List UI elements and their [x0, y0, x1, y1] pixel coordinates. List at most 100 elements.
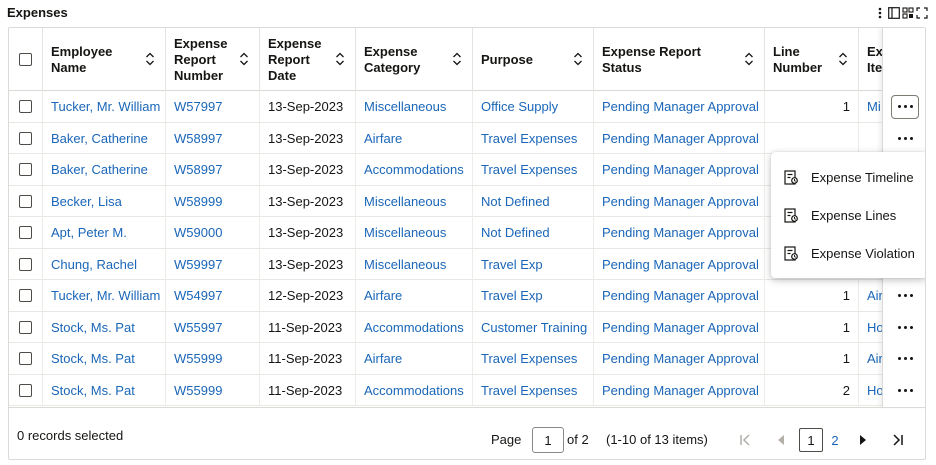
- column-header-line[interactable]: Line Number: [765, 28, 859, 91]
- cell-status[interactable]: Pending Manager Approval: [594, 311, 765, 343]
- grid-settings-icon[interactable]: [902, 6, 914, 19]
- row-actions-button[interactable]: [891, 378, 919, 402]
- cell-report[interactable]: W59997: [166, 248, 260, 280]
- cell-purpose[interactable]: Travel Exp: [473, 248, 594, 280]
- cell-purpose[interactable]: Customer Training: [473, 311, 594, 343]
- column-header-report[interactable]: Expense Report Number: [166, 28, 260, 91]
- table-row[interactable]: Stock, Ms. Pat W55999 11-Sep-2023 Airfare Tr…: [9, 343, 925, 375]
- cell-report[interactable]: W58997: [166, 154, 260, 185]
- row-checkbox[interactable]: [19, 257, 32, 271]
- cell-purpose[interactable]: Not Defined: [473, 217, 594, 248]
- select-all-checkbox[interactable]: [19, 53, 32, 66]
- menu-item-expense-lines[interactable]: Expense Lines: [771, 196, 925, 234]
- cell-status[interactable]: Pending Manager Approval: [594, 248, 765, 280]
- table-row[interactable]: Stock, Ms. Pat W55999 11-Sep-2023 Accommoda…: [9, 374, 925, 406]
- cell-category[interactable]: Miscellaneous: [356, 91, 473, 122]
- next-page-icon[interactable]: [856, 433, 870, 447]
- cell-employee[interactable]: Tucker, Mr. William: [43, 91, 166, 122]
- cell-category[interactable]: Airfare: [356, 122, 473, 154]
- cell-category[interactable]: Miscellaneous: [356, 217, 473, 248]
- sort-icon[interactable]: [335, 52, 345, 66]
- column-header-status[interactable]: Expense Report Status: [594, 28, 765, 91]
- cell-status[interactable]: Pending Manager Approval: [594, 185, 765, 217]
- row-checkbox[interactable]: [19, 289, 32, 302]
- row-actions-button[interactable]: [891, 126, 919, 150]
- cell-status[interactable]: Pending Manager Approval: [594, 374, 765, 406]
- sort-icon[interactable]: [452, 52, 462, 66]
- cell-employee[interactable]: Chung, Rachel: [43, 248, 166, 280]
- cell-report[interactable]: W54997: [166, 280, 260, 311]
- cell-category[interactable]: Accommodations: [356, 311, 473, 343]
- cell-report[interactable]: W59000: [166, 217, 260, 248]
- column-header-date[interactable]: Expense Report Date: [260, 28, 356, 91]
- cell-category[interactable]: Airfare: [356, 343, 473, 374]
- cell-purpose[interactable]: Travel Expenses: [473, 374, 594, 406]
- row-checkbox[interactable]: [19, 320, 32, 334]
- table-row[interactable]: Tucker, Mr. William W57997 13-Sep-2023 Misc…: [9, 91, 925, 123]
- cell-employee[interactable]: Stock, Ms. Pat: [43, 311, 166, 343]
- page-number-2[interactable]: 2: [823, 428, 847, 452]
- cell-report[interactable]: W55999: [166, 343, 260, 374]
- cell-category[interactable]: Miscellaneous: [356, 185, 473, 217]
- cell-purpose[interactable]: Travel Expenses: [473, 343, 594, 374]
- cell-purpose[interactable]: Travel Exp: [473, 280, 594, 311]
- cell-purpose[interactable]: Travel Expenses: [473, 122, 594, 154]
- expand-icon[interactable]: [916, 6, 928, 19]
- cell-report[interactable]: W55999: [166, 374, 260, 406]
- cell-employee[interactable]: Baker, Catherine: [43, 154, 166, 185]
- sort-icon[interactable]: [744, 52, 754, 66]
- row-checkbox[interactable]: [19, 383, 32, 397]
- cell-purpose[interactable]: Not Defined: [473, 185, 594, 217]
- cell-purpose[interactable]: Travel Expenses: [473, 154, 594, 185]
- cell-employee[interactable]: Stock, Ms. Pat: [43, 343, 166, 374]
- row-actions-button[interactable]: [891, 315, 919, 339]
- cell-status[interactable]: Pending Manager Approval: [594, 343, 765, 374]
- sort-icon[interactable]: [838, 52, 848, 66]
- row-checkbox[interactable]: [19, 163, 32, 176]
- menu-item-expense-timeline[interactable]: Expense Timeline: [771, 158, 925, 196]
- first-page-icon[interactable]: [738, 433, 752, 447]
- cell-employee[interactable]: Tucker, Mr. William: [43, 280, 166, 311]
- column-header-category[interactable]: Expense Category: [356, 28, 473, 91]
- cell-status[interactable]: Pending Manager Approval: [594, 217, 765, 248]
- cell-report[interactable]: W55997: [166, 311, 260, 343]
- column-header-employee[interactable]: Employee Name: [43, 28, 166, 91]
- row-actions-button[interactable]: [891, 347, 919, 371]
- column-header-purpose[interactable]: Purpose: [473, 28, 594, 91]
- page-number-1[interactable]: 1: [799, 428, 823, 452]
- page-input[interactable]: 1: [532, 427, 564, 453]
- table-row[interactable]: Baker, Catherine W58997 13-Sep-2023 Airfare…: [9, 122, 925, 154]
- last-page-icon[interactable]: [891, 433, 905, 447]
- row-checkbox[interactable]: [19, 352, 32, 365]
- sort-icon[interactable]: [573, 52, 583, 66]
- cell-purpose[interactable]: Office Supply: [473, 91, 594, 122]
- cell-employee[interactable]: Apt, Peter M.: [43, 217, 166, 248]
- cell-status[interactable]: Pending Manager Approval: [594, 280, 765, 311]
- cell-category[interactable]: Accommodations: [356, 374, 473, 406]
- previous-page-icon[interactable]: [774, 433, 788, 447]
- cell-employee[interactable]: Stock, Ms. Pat: [43, 374, 166, 406]
- row-checkbox[interactable]: [19, 100, 32, 113]
- table-row[interactable]: Tucker, Mr. William W54997 12-Sep-2023 Airf…: [9, 280, 925, 312]
- sort-icon[interactable]: [239, 52, 249, 66]
- row-actions-button[interactable]: [891, 284, 919, 308]
- cell-status[interactable]: Pending Manager Approval: [594, 154, 765, 185]
- cell-category[interactable]: Miscellaneous: [356, 248, 473, 280]
- cell-status[interactable]: Pending Manager Approval: [594, 91, 765, 122]
- sort-icon[interactable]: [145, 52, 155, 66]
- row-checkbox[interactable]: [19, 131, 32, 145]
- column-panel-icon[interactable]: [888, 6, 900, 19]
- cell-category[interactable]: Accommodations: [356, 154, 473, 185]
- cell-report[interactable]: W58997: [166, 122, 260, 154]
- table-row[interactable]: Stock, Ms. Pat W55997 11-Sep-2023 Accommoda…: [9, 311, 925, 343]
- row-checkbox[interactable]: [19, 226, 32, 239]
- menu-item-expense-violation[interactable]: Expense Violation: [771, 234, 925, 272]
- cell-report[interactable]: W58999: [166, 185, 260, 217]
- row-actions-button[interactable]: [891, 94, 919, 119]
- row-checkbox[interactable]: [19, 194, 32, 208]
- cell-report[interactable]: W57997: [166, 91, 260, 122]
- cell-employee[interactable]: Becker, Lisa: [43, 185, 166, 217]
- cell-category[interactable]: Airfare: [356, 280, 473, 311]
- column-header-select[interactable]: [9, 28, 43, 91]
- cell-employee[interactable]: Baker, Catherine: [43, 122, 166, 154]
